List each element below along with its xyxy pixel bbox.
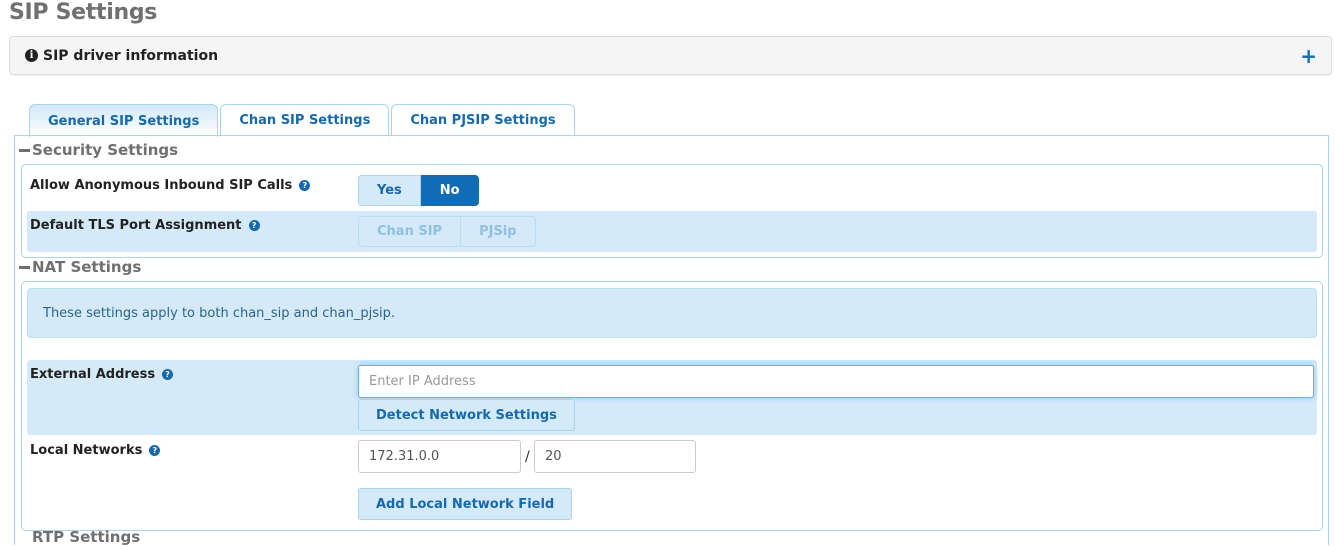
tab-chan-pjsip-settings[interactable]: Chan PJSIP Settings [391, 104, 575, 136]
security-heading-text: Security Settings [32, 141, 179, 159]
collapse-minus-icon [19, 148, 30, 152]
help-icon[interactable]: ? [149, 445, 161, 456]
local-network-cidr-input[interactable] [534, 440, 696, 473]
tls-port-row: Default TLS Port Assignment ? Chan SIP P… [27, 211, 1317, 252]
anonymous-no-button[interactable]: No [420, 175, 479, 206]
anonymous-yes-button[interactable]: Yes [358, 175, 421, 206]
nat-info-alert: These settings apply to both chan_sip an… [27, 288, 1317, 338]
help-icon[interactable]: ? [299, 180, 311, 191]
anonymous-calls-row: Allow Anonymous Inbound SIP Calls ? Yes … [27, 170, 1317, 208]
external-address-input[interactable] [358, 365, 1314, 398]
nat-heading-text: NAT Settings [32, 258, 142, 276]
detect-network-settings-button[interactable]: Detect Network Settings [358, 399, 575, 431]
collapse-minus-icon [19, 265, 30, 269]
external-address-label-text: External Address [30, 367, 156, 382]
tls-port-label-text: Default TLS Port Assignment [30, 218, 242, 233]
rtp-settings-heading[interactable]: RTP Settings [32, 528, 140, 546]
nat-settings-heading[interactable]: NAT Settings [19, 258, 141, 276]
anonymous-calls-label: Allow Anonymous Inbound SIP Calls ? [30, 178, 311, 193]
anonymous-calls-toggle: Yes No [358, 175, 479, 206]
info-circle-icon: i [25, 49, 38, 62]
tls-port-label: Default TLS Port Assignment ? [30, 218, 260, 233]
tls-pjsip-button[interactable]: PJSip [461, 216, 536, 247]
cidr-separator: / [525, 449, 530, 465]
security-settings-box: Allow Anonymous Inbound SIP Calls ? Yes … [21, 164, 1323, 258]
help-icon[interactable]: ? [248, 220, 260, 231]
security-settings-heading[interactable]: Security Settings [19, 141, 178, 159]
tls-chan-sip-button[interactable]: Chan SIP [358, 216, 462, 247]
tab-chan-sip-settings[interactable]: Chan SIP Settings [220, 104, 390, 136]
external-address-label: External Address ? [30, 367, 174, 382]
local-networks-label-text: Local Networks [30, 443, 143, 458]
nat-settings-box: These settings apply to both chan_sip an… [21, 281, 1323, 531]
help-icon[interactable]: ? [162, 369, 174, 380]
anonymous-calls-label-text: Allow Anonymous Inbound SIP Calls [30, 178, 293, 193]
info-panel-title: SIP driver information [43, 47, 219, 64]
tab-general-sip-settings[interactable]: General SIP Settings [29, 104, 219, 137]
external-address-row: External Address ? Detect Network Settin… [27, 360, 1317, 435]
sip-driver-info-panel[interactable]: i SIP driver information + [9, 36, 1332, 75]
tls-port-toggle: Chan SIP PJSip [358, 216, 536, 247]
plus-icon[interactable]: + [1300, 46, 1317, 66]
local-network-address-input[interactable] [358, 440, 521, 473]
add-local-network-field-button[interactable]: Add Local Network Field [358, 488, 573, 520]
settings-tabs: General SIP Settings Chan SIP Settings C… [29, 104, 575, 137]
page-title: SIP Settings [9, 0, 158, 25]
local-networks-label: Local Networks ? [30, 443, 161, 458]
